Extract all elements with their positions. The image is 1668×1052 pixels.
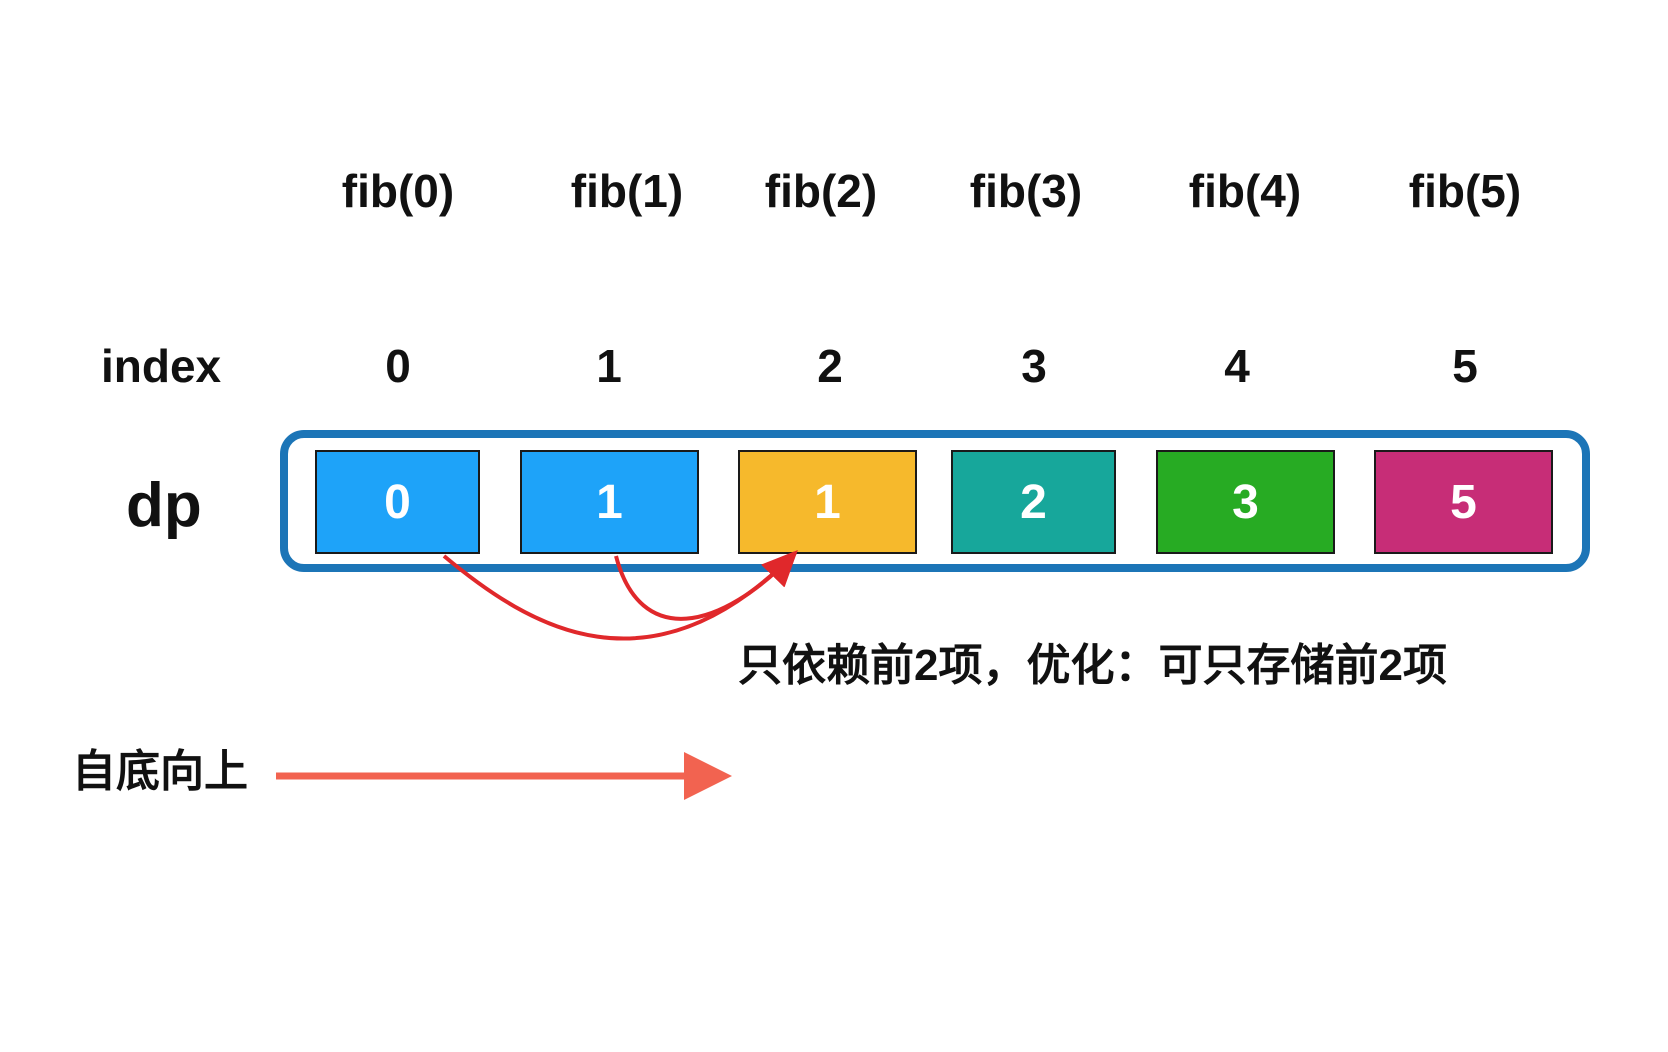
dp-cell-0: 0 [315, 450, 480, 554]
dp-cell-3: 2 [951, 450, 1116, 554]
fib-label-5: fib(5) [1408, 165, 1522, 217]
index-value-5: 5 [1452, 340, 1478, 392]
direction-label: 自底向上 [72, 747, 248, 796]
dp-cell-1: 1 [520, 450, 699, 554]
dependency-note: 只依赖前2项，优化：可只存储前2项 [738, 641, 1447, 690]
fib-label-3: fib(3) [969, 165, 1083, 217]
index-value-1: 1 [596, 340, 622, 392]
dp-cell-2: 1 [738, 450, 917, 554]
dp-cell-5: 5 [1374, 450, 1553, 554]
index-value-0: 0 [385, 340, 411, 392]
fib-label-2: fib(2) [764, 165, 878, 217]
dp-cell-4: 3 [1156, 450, 1335, 554]
index-value-3: 3 [1021, 340, 1047, 392]
direction-arrow-head [684, 752, 732, 800]
dp-row-label: dp [126, 471, 202, 540]
index-value-4: 4 [1224, 340, 1250, 392]
index-row-label: index [101, 340, 222, 392]
index-value-2: 2 [817, 340, 843, 392]
fibonacci-dp-diagram: fib(0) fib(1) fib(2) fib(3) fib(4) fib(5… [0, 0, 1668, 1052]
fib-label-4: fib(4) [1188, 165, 1302, 217]
fib-label-0: fib(0) [341, 165, 455, 217]
fib-label-1: fib(1) [570, 165, 684, 217]
